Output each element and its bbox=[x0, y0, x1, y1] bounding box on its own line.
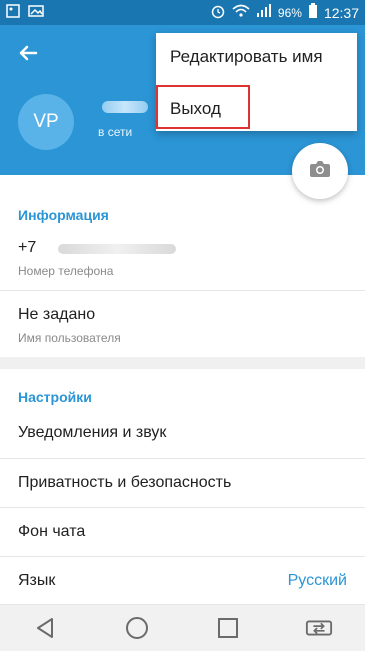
menu-item-edit-name-label: Редактировать имя bbox=[170, 47, 323, 66]
divider bbox=[0, 556, 365, 557]
divider bbox=[0, 290, 365, 291]
phone-number-redacted bbox=[58, 244, 176, 254]
clock: 12:37 bbox=[323, 4, 359, 21]
settings-item-language[interactable]: Язык bbox=[18, 572, 55, 590]
back-arrow-icon[interactable] bbox=[14, 39, 42, 67]
battery-icon bbox=[308, 3, 318, 22]
username-label: Имя пользователя bbox=[18, 331, 121, 345]
profile-name-redacted bbox=[102, 101, 148, 113]
camera-icon bbox=[309, 160, 331, 183]
logout-highlight-box bbox=[156, 85, 250, 129]
signal-icon bbox=[256, 4, 272, 21]
navigation-bar bbox=[0, 604, 365, 651]
alarm-icon bbox=[210, 3, 226, 22]
phone-label: Номер телефона bbox=[18, 264, 114, 278]
notification-image-icon bbox=[6, 4, 20, 23]
gallery-icon bbox=[28, 4, 44, 23]
nav-home-icon[interactable] bbox=[123, 614, 151, 642]
menu-item-edit-name[interactable]: Редактировать имя bbox=[156, 33, 357, 79]
wifi-icon bbox=[232, 4, 250, 21]
settings-section-title: Настройки bbox=[18, 389, 92, 405]
section-gap bbox=[0, 357, 365, 369]
language-value[interactable]: Русский bbox=[288, 572, 347, 590]
nav-recent-apps-icon[interactable] bbox=[214, 614, 242, 642]
avatar[interactable]: VP bbox=[18, 94, 74, 150]
divider bbox=[0, 458, 365, 459]
phone-prefix: +7 bbox=[18, 239, 37, 256]
nav-switch-icon[interactable] bbox=[305, 614, 333, 642]
avatar-initials: VP bbox=[33, 111, 59, 132]
username-value[interactable]: Не задано bbox=[18, 306, 95, 324]
online-status: в сети bbox=[98, 125, 133, 139]
settings-item-chat-background[interactable]: Фон чата bbox=[18, 523, 85, 541]
settings-item-notifications[interactable]: Уведомления и звук bbox=[18, 424, 166, 442]
nav-back-icon[interactable] bbox=[32, 614, 60, 642]
info-section-title: Информация bbox=[18, 207, 109, 223]
battery-percent: 96% bbox=[277, 5, 302, 20]
divider bbox=[0, 507, 365, 508]
settings-item-privacy[interactable]: Приватность и безопасность bbox=[18, 474, 231, 492]
camera-button[interactable] bbox=[292, 143, 348, 199]
status-bar: 96% 12:37 bbox=[0, 0, 365, 25]
